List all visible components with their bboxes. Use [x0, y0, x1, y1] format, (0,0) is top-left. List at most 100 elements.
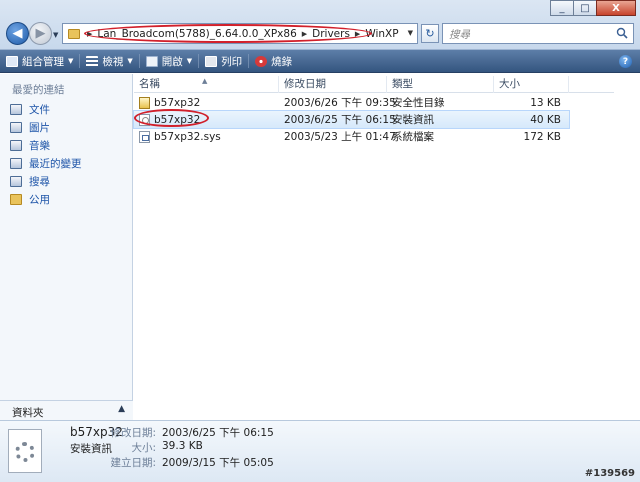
print-label: 列印: [221, 55, 243, 68]
sidebar-item-label: 公用: [29, 193, 50, 206]
file-date: 2003/5/23 上午 01:47: [284, 131, 396, 143]
column-header-name[interactable]: 名稱 ▲: [134, 76, 279, 93]
recent-icon: [10, 157, 22, 169]
sidebar-item-label: 搜尋: [29, 175, 50, 188]
pictures-icon: [10, 121, 22, 133]
search-placeholder: 搜尋: [449, 29, 470, 41]
column-header-date[interactable]: 修改日期: [279, 76, 387, 93]
sidebar-item-searches[interactable]: 搜尋: [10, 172, 82, 190]
file-size: 40 KB: [530, 113, 561, 126]
views-button[interactable]: 檢視 ▼: [80, 50, 138, 72]
details-size-label: 大小:: [131, 442, 156, 454]
document-icon: [10, 103, 22, 115]
sidebar-item-documents[interactable]: 文件: [10, 100, 82, 118]
forward-button[interactable]: ▶: [29, 22, 52, 45]
address-dropdown-icon[interactable]: ▼: [408, 29, 413, 37]
file-name: b57xp32: [154, 96, 201, 109]
security-catalog-icon: [139, 96, 150, 109]
breadcrumb-item-drivers[interactable]: Drivers: [309, 28, 353, 40]
sidebar-item-recent[interactable]: 最近的變更: [10, 154, 82, 172]
chevron-down-icon: ▼: [127, 57, 133, 65]
recent-pages-dropdown[interactable]: ▼: [53, 31, 58, 39]
column-label: 修改日期: [284, 78, 326, 90]
breadcrumb-separator-icon[interactable]: ▶: [353, 30, 362, 38]
toolbar-divider: [248, 54, 250, 68]
breadcrumb-separator-icon[interactable]: ▶: [300, 30, 309, 38]
chevron-up-icon: ▲: [118, 404, 125, 414]
open-icon: [145, 55, 158, 67]
toolbar-divider: [198, 54, 200, 68]
sidebar-item-label: 最近的變更: [29, 157, 82, 170]
sidebar-item-label: 音樂: [29, 139, 50, 152]
file-type: 系統檔案: [392, 131, 434, 143]
help-icon[interactable]: ?: [619, 55, 632, 68]
address-bar[interactable]: ▶ Lan_Broadcom(5788)_6.64.0.0_XPx86 ▶ Dr…: [62, 23, 418, 44]
close-button[interactable]: X: [596, 0, 636, 16]
burn-label: 燒錄: [271, 55, 293, 68]
open-button[interactable]: 開啟 ▼: [140, 50, 198, 72]
chevron-down-icon: ▼: [68, 57, 74, 65]
public-folder-icon: [10, 193, 22, 205]
details-pane: b57xp32 安裝資訊 修改日期: 2003/6/25 下午 06:15 大小…: [0, 420, 640, 482]
sidebar-item-pictures[interactable]: 圖片: [10, 118, 82, 136]
column-label: 類型: [392, 78, 413, 90]
print-button[interactable]: 列印: [199, 50, 248, 72]
sidebar-item-music[interactable]: 音樂: [10, 136, 82, 154]
breadcrumb-item-winxp[interactable]: WinXP: [362, 28, 401, 40]
column-header-row: 名稱 ▲ 修改日期 類型 大小: [134, 76, 614, 93]
column-header-size[interactable]: 大小: [494, 76, 569, 93]
printer-icon: [205, 55, 218, 67]
maximize-button[interactable]: □: [573, 0, 597, 16]
file-name-cell: b57xp32: [134, 96, 279, 109]
file-type: 安裝資訊: [392, 114, 434, 126]
file-row-catalog[interactable]: b57xp32 2003/6/26 下午 09:35 安全性目錄 13 KB: [134, 94, 569, 111]
gear-icon: [15, 442, 35, 462]
sidebar-item-label: 圖片: [29, 121, 50, 134]
file-date: 2003/6/26 下午 09:35: [284, 97, 396, 109]
breadcrumb-separator-icon[interactable]: ▶: [85, 30, 94, 38]
views-icon: [86, 55, 99, 67]
organize-label: 組合管理: [22, 55, 64, 68]
open-label: 開啟: [161, 55, 183, 68]
file-row-sys[interactable]: b57xp32.sys 2003/5/23 上午 01:47 系統檔案 172 …: [134, 128, 569, 145]
file-name-cell: b57xp32.sys: [134, 130, 279, 143]
organize-button[interactable]: 組合管理 ▼: [0, 50, 79, 72]
file-name: b57xp32: [154, 113, 201, 126]
back-button[interactable]: ◀: [6, 22, 29, 45]
favorite-links-list: 文件 圖片 音樂 最近的變更 搜尋 公用: [10, 100, 82, 208]
file-row-inf-selected[interactable]: b57xp32 2003/6/25 下午 06:15 安裝資訊 40 KB: [133, 110, 570, 129]
file-rows: b57xp32 2003/6/26 下午 09:35 安全性目錄 13 KB b…: [133, 94, 570, 145]
column-header-type[interactable]: 類型: [387, 76, 494, 93]
navigation-pane: 最愛的連結 文件 圖片 音樂 最近的變更 搜尋 公用: [0, 74, 133, 420]
chevron-down-icon: ▼: [186, 57, 193, 65]
folders-toggle[interactable]: 資料夾 ▲: [0, 400, 133, 420]
file-list: 名稱 ▲ 修改日期 類型 大小 b57xp32 2003/6/26 下午 09:…: [133, 74, 640, 420]
system-file-icon: [139, 130, 150, 143]
folders-label: 資料夾: [12, 407, 44, 419]
sidebar-item-label: 文件: [29, 103, 50, 116]
refresh-button[interactable]: ↻: [421, 24, 439, 43]
details-created-value: 2009/3/15 下午 05:05: [162, 457, 274, 469]
file-type: 安全性目錄: [392, 97, 445, 109]
sort-ascending-icon: ▲: [202, 77, 208, 85]
window-controls: _ □ X: [550, 0, 636, 16]
minimize-button[interactable]: _: [550, 0, 574, 16]
watermark: #139569: [584, 468, 635, 479]
setup-information-icon: [139, 113, 150, 126]
search-icon: [10, 175, 22, 187]
breadcrumb: ▶ Lan_Broadcom(5788)_6.64.0.0_XPx86 ▶ Dr…: [85, 28, 402, 40]
column-label: 名稱: [139, 78, 160, 90]
search-input[interactable]: 搜尋: [442, 23, 634, 44]
details-created-label: 建立日期:: [110, 457, 156, 469]
setup-information-large-icon: [8, 429, 42, 473]
folder-icon: [68, 28, 80, 39]
burn-button[interactable]: 燒錄: [249, 50, 298, 72]
file-date: 2003/6/25 下午 06:15: [284, 114, 396, 126]
magnifier-icon[interactable]: [616, 27, 628, 39]
sidebar-item-public[interactable]: 公用: [10, 190, 82, 208]
title-bar: _ □ X ◀ ▶ ▼ ▶ Lan_Broadcom(5788)_6.64.0.…: [0, 0, 640, 50]
breadcrumb-item-root[interactable]: Lan_Broadcom(5788)_6.64.0.0_XPx86: [94, 28, 299, 40]
file-size: 13 KB: [530, 96, 561, 109]
column-label: 大小: [499, 78, 520, 90]
command-bar: 組合管理 ▼ 檢視 ▼ 開啟 ▼ 列印 燒錄 ?: [0, 50, 640, 73]
